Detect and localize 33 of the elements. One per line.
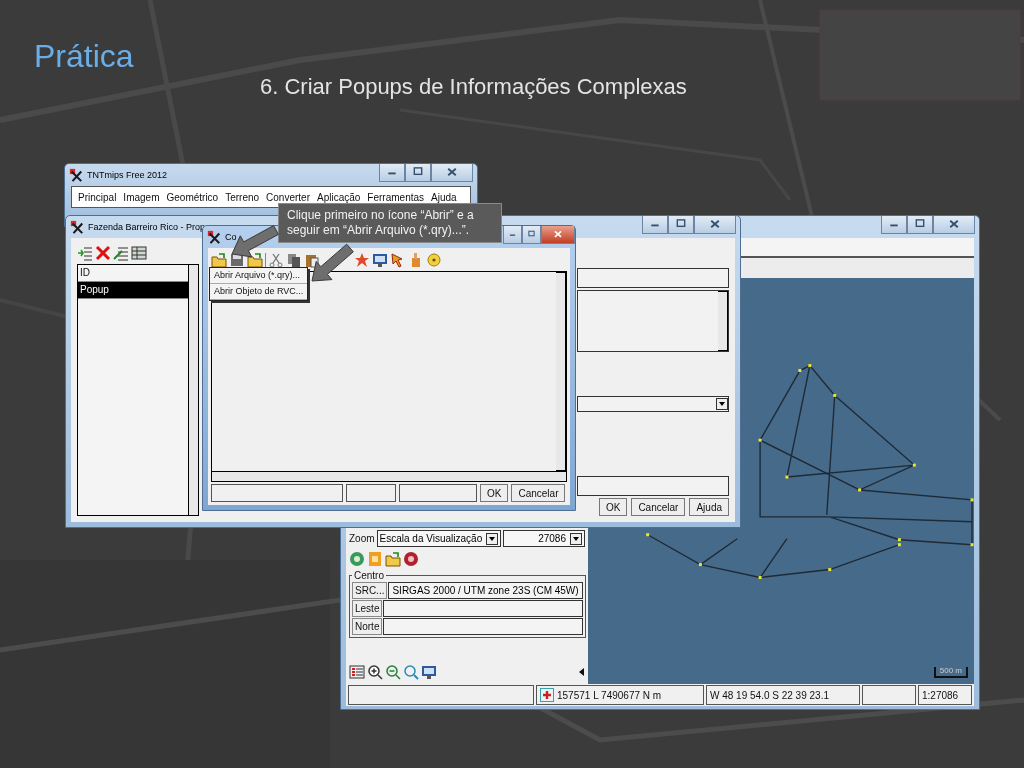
group-label: Centro [353,570,385,581]
scale-bar: 500 m [933,667,968,678]
status-cell: 1:27086 [918,685,972,705]
field-label: Zoom [349,533,375,544]
window-title: Co [225,232,237,242]
input-field[interactable]: SIRGAS 2000 / UTM zone 23S (CM 45W) [388,582,583,599]
menu-item[interactable]: Converter [266,191,310,203]
field-label: Norte [352,618,383,635]
menu-item[interactable]: Abrir Objeto de RVC... [210,284,308,300]
dialog-button[interactable]: Cancelar [511,484,566,502]
dialog-button[interactable]: Cancelar [631,498,686,516]
status-cell: W 48 19 54.0 S 22 39 23.1 [706,685,860,705]
menu-item[interactable]: Ferramentas [367,191,425,203]
menu-item[interactable]: Aplicação [317,191,361,203]
field-button[interactable]: SRC... [352,582,388,599]
menu-item[interactable]: Ajuda [431,191,457,203]
slide-subtitle: 6. Criar Popups de Informações Complexas [260,74,687,100]
dropdown[interactable]: Escala da Visualização [376,530,502,547]
coordinate-text: 157571 L 7490677 N m [557,688,662,703]
menu-item[interactable]: Terreno [225,191,260,203]
window-title: TNTmips Free 2012 [87,170,168,180]
callout-text: Clique primeiro no ícone “Abrir” e a seguir em “Abrir Arquivo (*.qry)...”. [278,203,502,243]
menu-item[interactable]: Imagem [123,191,160,203]
dialog-button[interactable]: Ajuda [689,498,729,516]
dropdown[interactable]: 27086 [503,530,585,547]
dialog-button[interactable]: OK [480,484,509,502]
dialog-button[interactable]: OK [598,498,628,516]
menu-item[interactable]: Geométrico [166,191,219,203]
field-label: Leste [352,600,383,617]
menu-item[interactable]: Abrir Arquivo (*.qry)... [210,268,308,284]
slide-title: Prática [34,38,134,75]
list-item[interactable]: Popup [78,282,188,299]
menu-item[interactable]: Principal [78,191,117,203]
